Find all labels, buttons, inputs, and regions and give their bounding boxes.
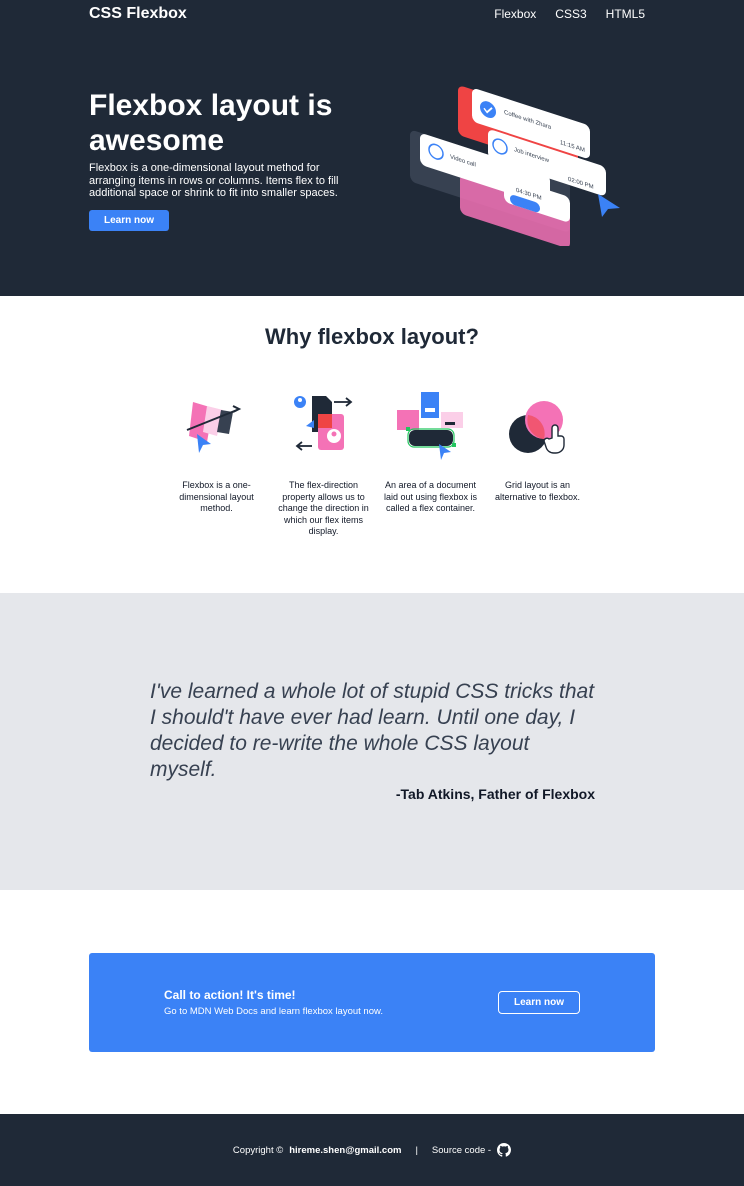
hero-section: CSS Flexbox Flexbox CSS3 HTML5 Flexbox l… <box>0 0 744 296</box>
footer-separator: | <box>415 1144 418 1156</box>
hero-title: Flexbox layout is awesome <box>89 89 333 157</box>
quote-section: I've learned a whole lot of stupid CSS t… <box>0 593 744 890</box>
flex-direction-icon <box>293 396 352 451</box>
nav-link-html5[interactable]: HTML5 <box>606 7 645 21</box>
feature-item: The flex-direction property allows us to… <box>270 390 377 538</box>
email-link[interactable]: hireme.shen@gmail.com <box>289 1145 401 1156</box>
cta-title: Call to action! It's time! <box>164 988 296 1002</box>
cta-section: Call to action! It's time! Go to MDN Web… <box>0 890 744 1114</box>
grid-layout-icon <box>508 401 565 454</box>
flex-container-icon <box>396 392 463 460</box>
cta-subtitle: Go to MDN Web Docs and learn flexbox lay… <box>164 1006 383 1017</box>
cta-banner: Call to action! It's time! Go to MDN Web… <box>89 953 655 1052</box>
cta-learn-button[interactable]: Learn now <box>498 991 580 1014</box>
top-nav: CSS Flexbox Flexbox CSS3 HTML5 <box>0 0 744 28</box>
copyright-text: Copyright © <box>232 1144 284 1156</box>
quote-text: I've learned a whole lot of stupid CSS t… <box>150 680 595 781</box>
feature-item: Grid layout is an alternative to flexbox… <box>484 390 591 538</box>
feature-item: Flexbox is a one-dimensional layout meth… <box>163 390 270 538</box>
feature-item: An area of a document laid out using fle… <box>377 390 484 538</box>
feature-list: Flexbox is a one-dimensional layout meth… <box>163 390 591 538</box>
footer-line: Copyright © hireme.shen@gmail.com | Sour… <box>0 1143 744 1157</box>
feature-text: The flex-direction property allows us to… <box>278 480 369 536</box>
flex-shapes-icon <box>186 402 241 453</box>
nav-link-css3[interactable]: CSS3 <box>555 7 586 21</box>
nav-link-flexbox[interactable]: Flexbox <box>494 7 536 21</box>
source-code-label: Source code - <box>431 1144 492 1156</box>
brand-logo[interactable]: CSS Flexbox <box>89 5 187 23</box>
cursor-arrow-icon <box>598 194 620 217</box>
features-title: Why flexbox layout? <box>265 324 479 349</box>
features-section: Why flexbox layout? Flexbox is a one-dim… <box>0 296 744 593</box>
hero-text: Flexbox layout is awesome Flexbox is a o… <box>89 88 359 231</box>
feature-text: Flexbox is a one-dimensional layout meth… <box>179 480 254 513</box>
schedule-cards-illustration: Coffee with Zhara 11:15 AM Job interview… <box>410 86 620 246</box>
feature-text: An area of a document laid out using fle… <box>383 480 478 513</box>
hero-learn-button[interactable]: Learn now <box>89 209 169 231</box>
quote-author: -Tab Atkins, Father of Flexbox <box>395 786 595 802</box>
github-icon[interactable] <box>497 1143 512 1157</box>
feature-text: Grid layout is an alternative to flexbox… <box>494 480 581 502</box>
hero-description: Flexbox is a one-dimensional layout meth… <box>89 162 339 199</box>
nav-links: Flexbox CSS3 HTML5 <box>494 7 645 21</box>
footer: Copyright © hireme.shen@gmail.com | Sour… <box>0 1114 744 1186</box>
